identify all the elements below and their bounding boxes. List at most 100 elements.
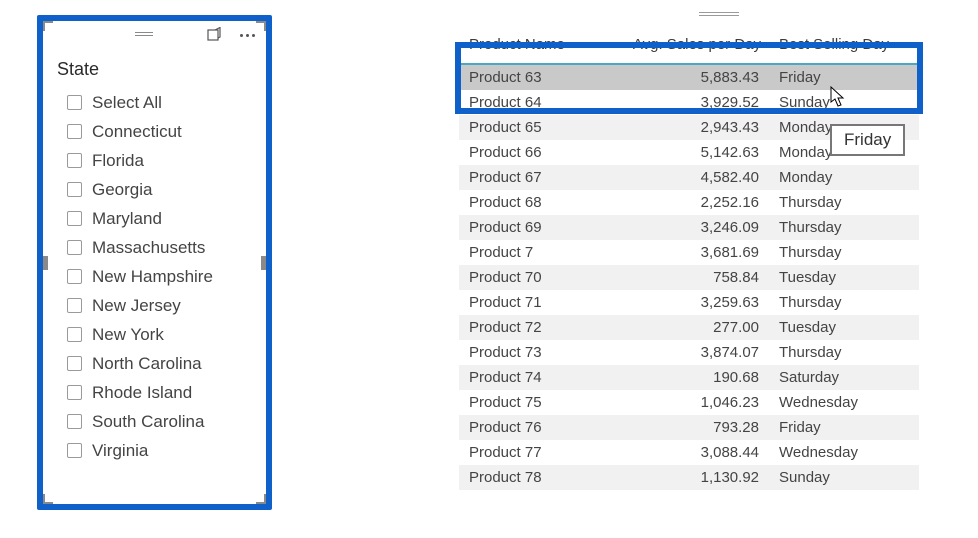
checkbox-icon[interactable] [67, 443, 82, 458]
table-row[interactable]: Product 74190.68Saturday [459, 365, 919, 390]
cell-day: Tuesday [769, 265, 919, 290]
checkbox-icon[interactable] [67, 153, 82, 168]
product-table-visual[interactable]: Product Name Avg. Sales per Day Best Sel… [459, 0, 978, 490]
table-row[interactable]: Product 733,874.07Thursday [459, 340, 919, 365]
drag-handle-icon[interactable] [699, 12, 739, 18]
slicer-item-label: Virginia [92, 441, 148, 461]
more-options-icon[interactable] [238, 26, 256, 44]
cell-avg: 758.84 [609, 265, 769, 290]
table-row[interactable]: Product 76793.28Friday [459, 415, 919, 440]
table-row[interactable]: Product 773,088.44Wednesday [459, 440, 919, 465]
cell-product: Product 74 [459, 365, 609, 390]
checkbox-icon[interactable] [67, 240, 82, 255]
resize-handle-br[interactable] [256, 494, 266, 504]
checkbox-icon[interactable] [67, 356, 82, 371]
slicer-item[interactable]: Rhode Island [67, 378, 258, 407]
slicer-title: State [43, 45, 266, 88]
checkbox-icon[interactable] [67, 124, 82, 139]
cell-product: Product 75 [459, 390, 609, 415]
checkbox-icon[interactable] [67, 269, 82, 284]
checkbox-icon[interactable] [67, 211, 82, 226]
state-slicer[interactable]: State Select All Connecticut Florida Geo… [43, 21, 266, 504]
slicer-item[interactable]: Massachusetts [67, 233, 258, 262]
cell-avg: 277.00 [609, 315, 769, 340]
slicer-item[interactable]: Connecticut [67, 117, 258, 146]
table-row[interactable]: Product 713,259.63Thursday [459, 290, 919, 315]
cell-day: Sunday [769, 465, 919, 490]
slicer-item[interactable]: South Carolina [67, 407, 258, 436]
checkbox-icon[interactable] [67, 95, 82, 110]
cell-avg: 5,883.43 [609, 64, 769, 90]
cell-avg: 3,874.07 [609, 340, 769, 365]
checkbox-icon[interactable] [67, 385, 82, 400]
product-table: Product Name Avg. Sales per Day Best Sel… [459, 26, 919, 490]
slicer-item-label: North Carolina [92, 354, 202, 374]
checkbox-icon[interactable] [67, 327, 82, 342]
slicer-item[interactable]: Maryland [67, 204, 258, 233]
table-row[interactable]: Product 682,252.16Thursday [459, 190, 919, 215]
checkbox-icon[interactable] [67, 298, 82, 313]
column-header-product[interactable]: Product Name [459, 26, 609, 64]
cell-avg: 2,943.43 [609, 115, 769, 140]
focus-mode-icon[interactable] [206, 26, 224, 44]
slicer-item[interactable]: Florida [67, 146, 258, 175]
resize-handle-bl[interactable] [43, 494, 53, 504]
cell-avg: 1,046.23 [609, 390, 769, 415]
cell-day: Sunday [769, 90, 919, 115]
slicer-item-label: New Jersey [92, 296, 181, 316]
slicer-item-label: South Carolina [92, 412, 204, 432]
cell-product: Product 65 [459, 115, 609, 140]
checkbox-icon[interactable] [67, 182, 82, 197]
checkbox-icon[interactable] [67, 414, 82, 429]
table-row[interactable]: Product 635,883.43Friday [459, 64, 919, 90]
table-header-row: Product Name Avg. Sales per Day Best Sel… [459, 26, 919, 64]
cell-avg: 3,246.09 [609, 215, 769, 240]
slicer-item[interactable]: North Carolina [67, 349, 258, 378]
cell-avg: 5,142.63 [609, 140, 769, 165]
slicer-item-label: Rhode Island [92, 383, 192, 403]
table-row[interactable]: Product 70758.84Tuesday [459, 265, 919, 290]
cell-product: Product 69 [459, 215, 609, 240]
table-row[interactable]: Product 751,046.23Wednesday [459, 390, 919, 415]
column-header-avg[interactable]: Avg. Sales per Day [609, 26, 769, 64]
slicer-item[interactable]: Georgia [67, 175, 258, 204]
table-row[interactable]: Product 643,929.52Sunday [459, 90, 919, 115]
slicer-selection-highlight: State Select All Connecticut Florida Geo… [37, 15, 272, 510]
cell-product: Product 66 [459, 140, 609, 165]
table-row[interactable]: Product 674,582.40Monday [459, 165, 919, 190]
slicer-item-label: Maryland [92, 209, 162, 229]
table-row[interactable]: Product 73,681.69Thursday [459, 240, 919, 265]
table-row[interactable]: Product 72277.00Tuesday [459, 315, 919, 340]
slicer-item-label: New Hampshire [92, 267, 213, 287]
column-header-day[interactable]: Best Selling Day [769, 26, 919, 64]
resize-handle-ml[interactable] [43, 256, 48, 270]
table-row[interactable]: Product 693,246.09Thursday [459, 215, 919, 240]
resize-handle-mr[interactable] [261, 256, 266, 270]
slicer-list: Select All Connecticut Florida Georgia M… [43, 88, 266, 473]
table-row[interactable]: Product 781,130.92Sunday [459, 465, 919, 490]
cell-product: Product 71 [459, 290, 609, 315]
slicer-item[interactable]: New Jersey [67, 291, 258, 320]
cell-day: Tuesday [769, 315, 919, 340]
cell-day: Saturday [769, 365, 919, 390]
slicer-item[interactable]: Virginia [67, 436, 258, 465]
slicer-item[interactable]: New Hampshire [67, 262, 258, 291]
cell-day: Thursday [769, 340, 919, 365]
cell-avg: 3,929.52 [609, 90, 769, 115]
cell-product: Product 67 [459, 165, 609, 190]
drag-handle-icon[interactable] [135, 32, 153, 38]
cell-product: Product 70 [459, 265, 609, 290]
slicer-item[interactable]: New York [67, 320, 258, 349]
slicer-item-label: Connecticut [92, 122, 182, 142]
slicer-item-select-all[interactable]: Select All [67, 88, 258, 117]
resize-handle-tr[interactable] [256, 21, 266, 31]
cell-avg: 3,681.69 [609, 240, 769, 265]
cell-avg: 3,088.44 [609, 440, 769, 465]
cell-avg: 190.68 [609, 365, 769, 390]
cell-day: Friday [769, 415, 919, 440]
resize-handle-tl[interactable] [43, 21, 53, 31]
cell-product: Product 68 [459, 190, 609, 215]
cell-product: Product 73 [459, 340, 609, 365]
cell-avg: 2,252.16 [609, 190, 769, 215]
cell-product: Product 78 [459, 465, 609, 490]
